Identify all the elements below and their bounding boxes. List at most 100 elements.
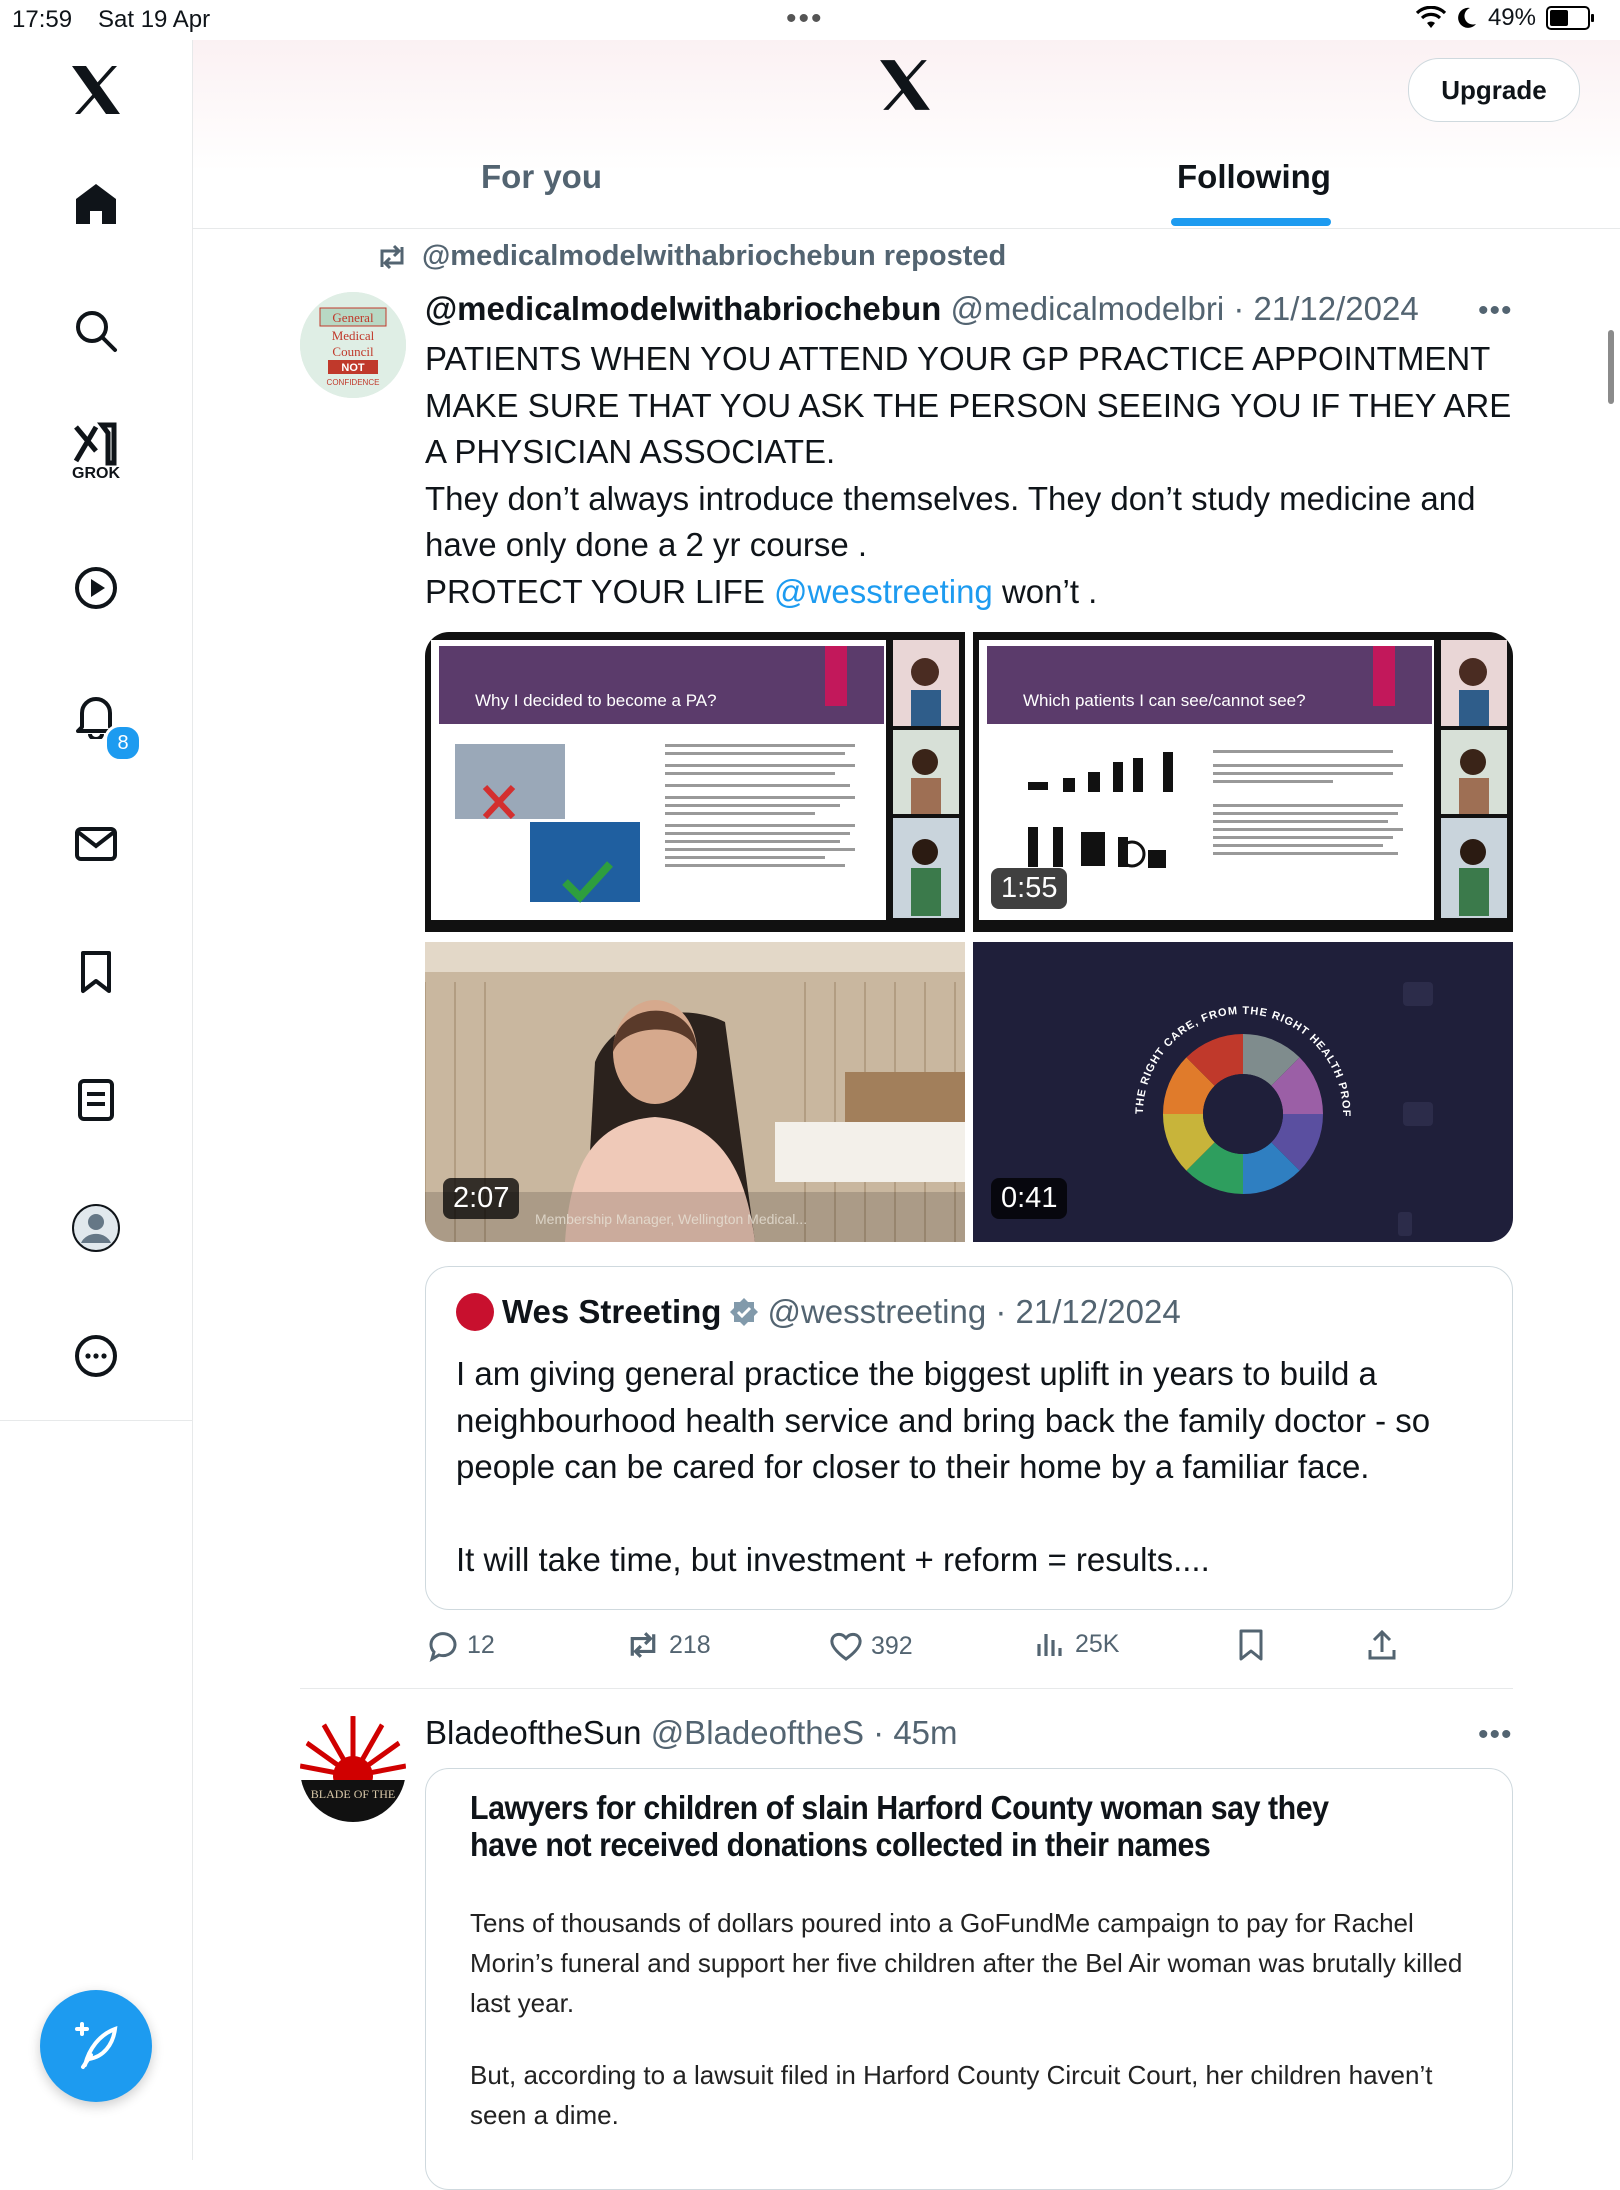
quote-author-meta[interactable]: @wesstreeting · 21/12/2024 xyxy=(767,1293,1180,1331)
wifi-icon xyxy=(1415,6,1446,28)
x-logo-icon[interactable] xyxy=(70,64,122,121)
article-headline: Lawyers for children of slain Harford Co… xyxy=(470,1789,1329,1863)
video-duration: 0:41 xyxy=(991,1178,1068,1219)
like-count: 392 xyxy=(871,1631,913,1660)
tab-following[interactable]: Following xyxy=(1177,158,1331,196)
more-options-icon[interactable]: ••• xyxy=(1478,294,1513,328)
tweet-text-line: PATIENTS WHEN YOU ATTEND YOUR GP PRACTIC… xyxy=(425,340,1512,470)
sidebar-divider xyxy=(0,1420,192,1421)
status-date: Sat 19 Apr xyxy=(98,6,211,33)
bookmark-button[interactable] xyxy=(1235,1628,1267,1662)
sidebar-item-video[interactable] xyxy=(56,548,136,628)
avatar-text: BLADE OF THE xyxy=(311,1787,395,1801)
repost-label: @medicalmodelwithabriochebun reposted xyxy=(422,240,1007,272)
views-button[interactable]: 25K xyxy=(1033,1628,1119,1660)
grok-label: GROK xyxy=(72,465,120,482)
compose-feather-icon xyxy=(75,2022,118,2069)
quote-text-para: I am giving general practice the biggest… xyxy=(456,1355,1431,1485)
quote-header: Wes Streeting @wesstreeting · 21/12/2024 xyxy=(456,1293,1181,1331)
sidebar-item-more[interactable] xyxy=(56,1316,136,1396)
svg-text:CONFIDENCE: CONFIDENCE xyxy=(327,378,380,387)
moon-icon xyxy=(1458,7,1476,28)
sidebar-item-bookmarks[interactable] xyxy=(56,932,136,1012)
avatar[interactable]: BLADE OF THE xyxy=(300,1716,406,1822)
quote-text-para: It will take time, but investment + refo… xyxy=(456,1540,1210,1578)
bookmark-icon xyxy=(1239,1629,1263,1661)
author-meta[interactable]: @medicalmodelbri · 21/12/2024 xyxy=(950,290,1418,327)
sidebar-item-messages[interactable] xyxy=(56,804,136,884)
sidebar: GROK 8 xyxy=(0,40,193,2160)
tab-for-you[interactable]: For you xyxy=(481,158,602,196)
status-time: 17:59 xyxy=(12,6,73,33)
tweet-text-line: They don’t always introduce themselves. … xyxy=(425,479,1476,564)
timeline-header: Upgrade For you Following xyxy=(193,40,1620,229)
article-paragraph: But, according to a lawsuit filed in Har… xyxy=(470,2060,1433,2130)
sidebar-item-grok[interactable]: GROK xyxy=(56,412,136,492)
bookmark-icon xyxy=(81,951,111,993)
battery-percent: 49% xyxy=(1487,4,1536,31)
repost-icon xyxy=(380,244,404,269)
notification-badge: 8 xyxy=(104,724,142,762)
reply-button[interactable]: 12 xyxy=(425,1628,495,1662)
quoted-tweet[interactable]: Wes Streeting @wesstreeting · 21/12/2024… xyxy=(425,1266,1513,1610)
list-icon xyxy=(78,1079,114,1121)
tweet-text: PATIENTS WHEN YOU ATTEND YOUR GP PRACTIC… xyxy=(425,336,1525,615)
quote-author-name[interactable]: Wes Streeting xyxy=(502,1293,721,1331)
article-body: Tens of thousands of dollars poured into… xyxy=(470,1903,1480,2167)
tweet-divider xyxy=(300,1688,1513,1689)
like-button[interactable]: 392 xyxy=(829,1630,913,1662)
reply-icon xyxy=(429,1632,457,1662)
share-icon xyxy=(1368,1629,1396,1660)
upgrade-button[interactable]: Upgrade xyxy=(1408,58,1580,122)
video-thumbnail[interactable]: THE RIGHT CARE, FROM THE RIGHT HEALTH PR… xyxy=(973,942,1513,1242)
tweet-header: BladeoftheSun @BladeoftheS · 45m xyxy=(425,1714,958,1752)
repost-count: 218 xyxy=(669,1630,711,1659)
status-right: 49% xyxy=(1415,4,1594,32)
svg-text:Council: Council xyxy=(332,344,374,359)
article-card[interactable]: Lawyers for children of slain Harford Co… xyxy=(425,1768,1513,2190)
multitasking-dots-icon[interactable]: ••• xyxy=(786,2,824,36)
avatar-text: General xyxy=(332,310,374,325)
verified-badge-icon xyxy=(730,1298,759,1326)
sidebar-item-profile[interactable] xyxy=(56,1188,136,1268)
mail-icon xyxy=(75,827,117,861)
avatar[interactable]: General Medical Council NOT CONFIDENCE xyxy=(300,292,406,398)
status-bar: 17:59 Sat 19 Apr ••• 49% xyxy=(0,0,1620,40)
sidebar-item-explore[interactable] xyxy=(56,291,136,371)
search-icon xyxy=(76,311,117,352)
sidebar-item-home[interactable] xyxy=(56,164,136,244)
video-thumbnail[interactable]: Which patients I can see/cannot see? 1:5… xyxy=(973,632,1513,932)
battery-icon xyxy=(1546,6,1594,30)
author-name[interactable]: @medicalmodelwithabriochebun xyxy=(425,290,941,327)
x-logo-icon[interactable] xyxy=(878,58,932,117)
mention-link[interactable]: @wesstreeting xyxy=(774,573,993,610)
more-options-icon[interactable]: ••• xyxy=(1478,1718,1513,1752)
video-duration: 2:07 xyxy=(443,1178,520,1219)
avatar[interactable] xyxy=(456,1293,494,1331)
play-icon xyxy=(75,567,117,609)
scrollbar[interactable] xyxy=(1608,330,1614,404)
slide-title: Why I decided to become a PA? xyxy=(475,691,717,710)
author-meta[interactable]: @BladeoftheS · 45m xyxy=(651,1714,958,1751)
grok-icon xyxy=(73,422,117,466)
sidebar-item-lists[interactable] xyxy=(56,1060,136,1140)
video-thumbnail[interactable]: Why I decided to become a PA? xyxy=(425,632,965,932)
tweet-text-line: PROTECT YOUR LIFE @wesstreeting won’t . xyxy=(425,572,1098,610)
video-thumbnail[interactable]: Membership Manager, Wellington Medical..… xyxy=(425,942,965,1242)
views-chart-icon xyxy=(1037,1634,1062,1656)
compose-post-button[interactable] xyxy=(40,1990,152,2102)
quote-text: I am giving general practice the biggest… xyxy=(456,1351,1486,1583)
repost-button[interactable]: 218 xyxy=(625,1630,711,1660)
article-paragraph: Tens of thousands of dollars poured into… xyxy=(470,1908,1463,2018)
more-circle-icon xyxy=(75,1335,117,1377)
avatar-icon xyxy=(72,1204,120,1252)
heart-icon xyxy=(830,1632,862,1661)
media-grid: Why I decided to become a PA? Which pati… xyxy=(425,632,1513,1242)
slide-title: Which patients I can see/cannot see? xyxy=(1023,691,1306,710)
view-count: 25K xyxy=(1075,1629,1120,1658)
svg-text:Medical: Medical xyxy=(332,328,375,343)
active-tab-indicator xyxy=(1171,218,1331,226)
share-button[interactable] xyxy=(1365,1628,1399,1662)
reply-count: 12 xyxy=(467,1630,495,1659)
author-name[interactable]: BladeoftheSun xyxy=(425,1714,642,1751)
